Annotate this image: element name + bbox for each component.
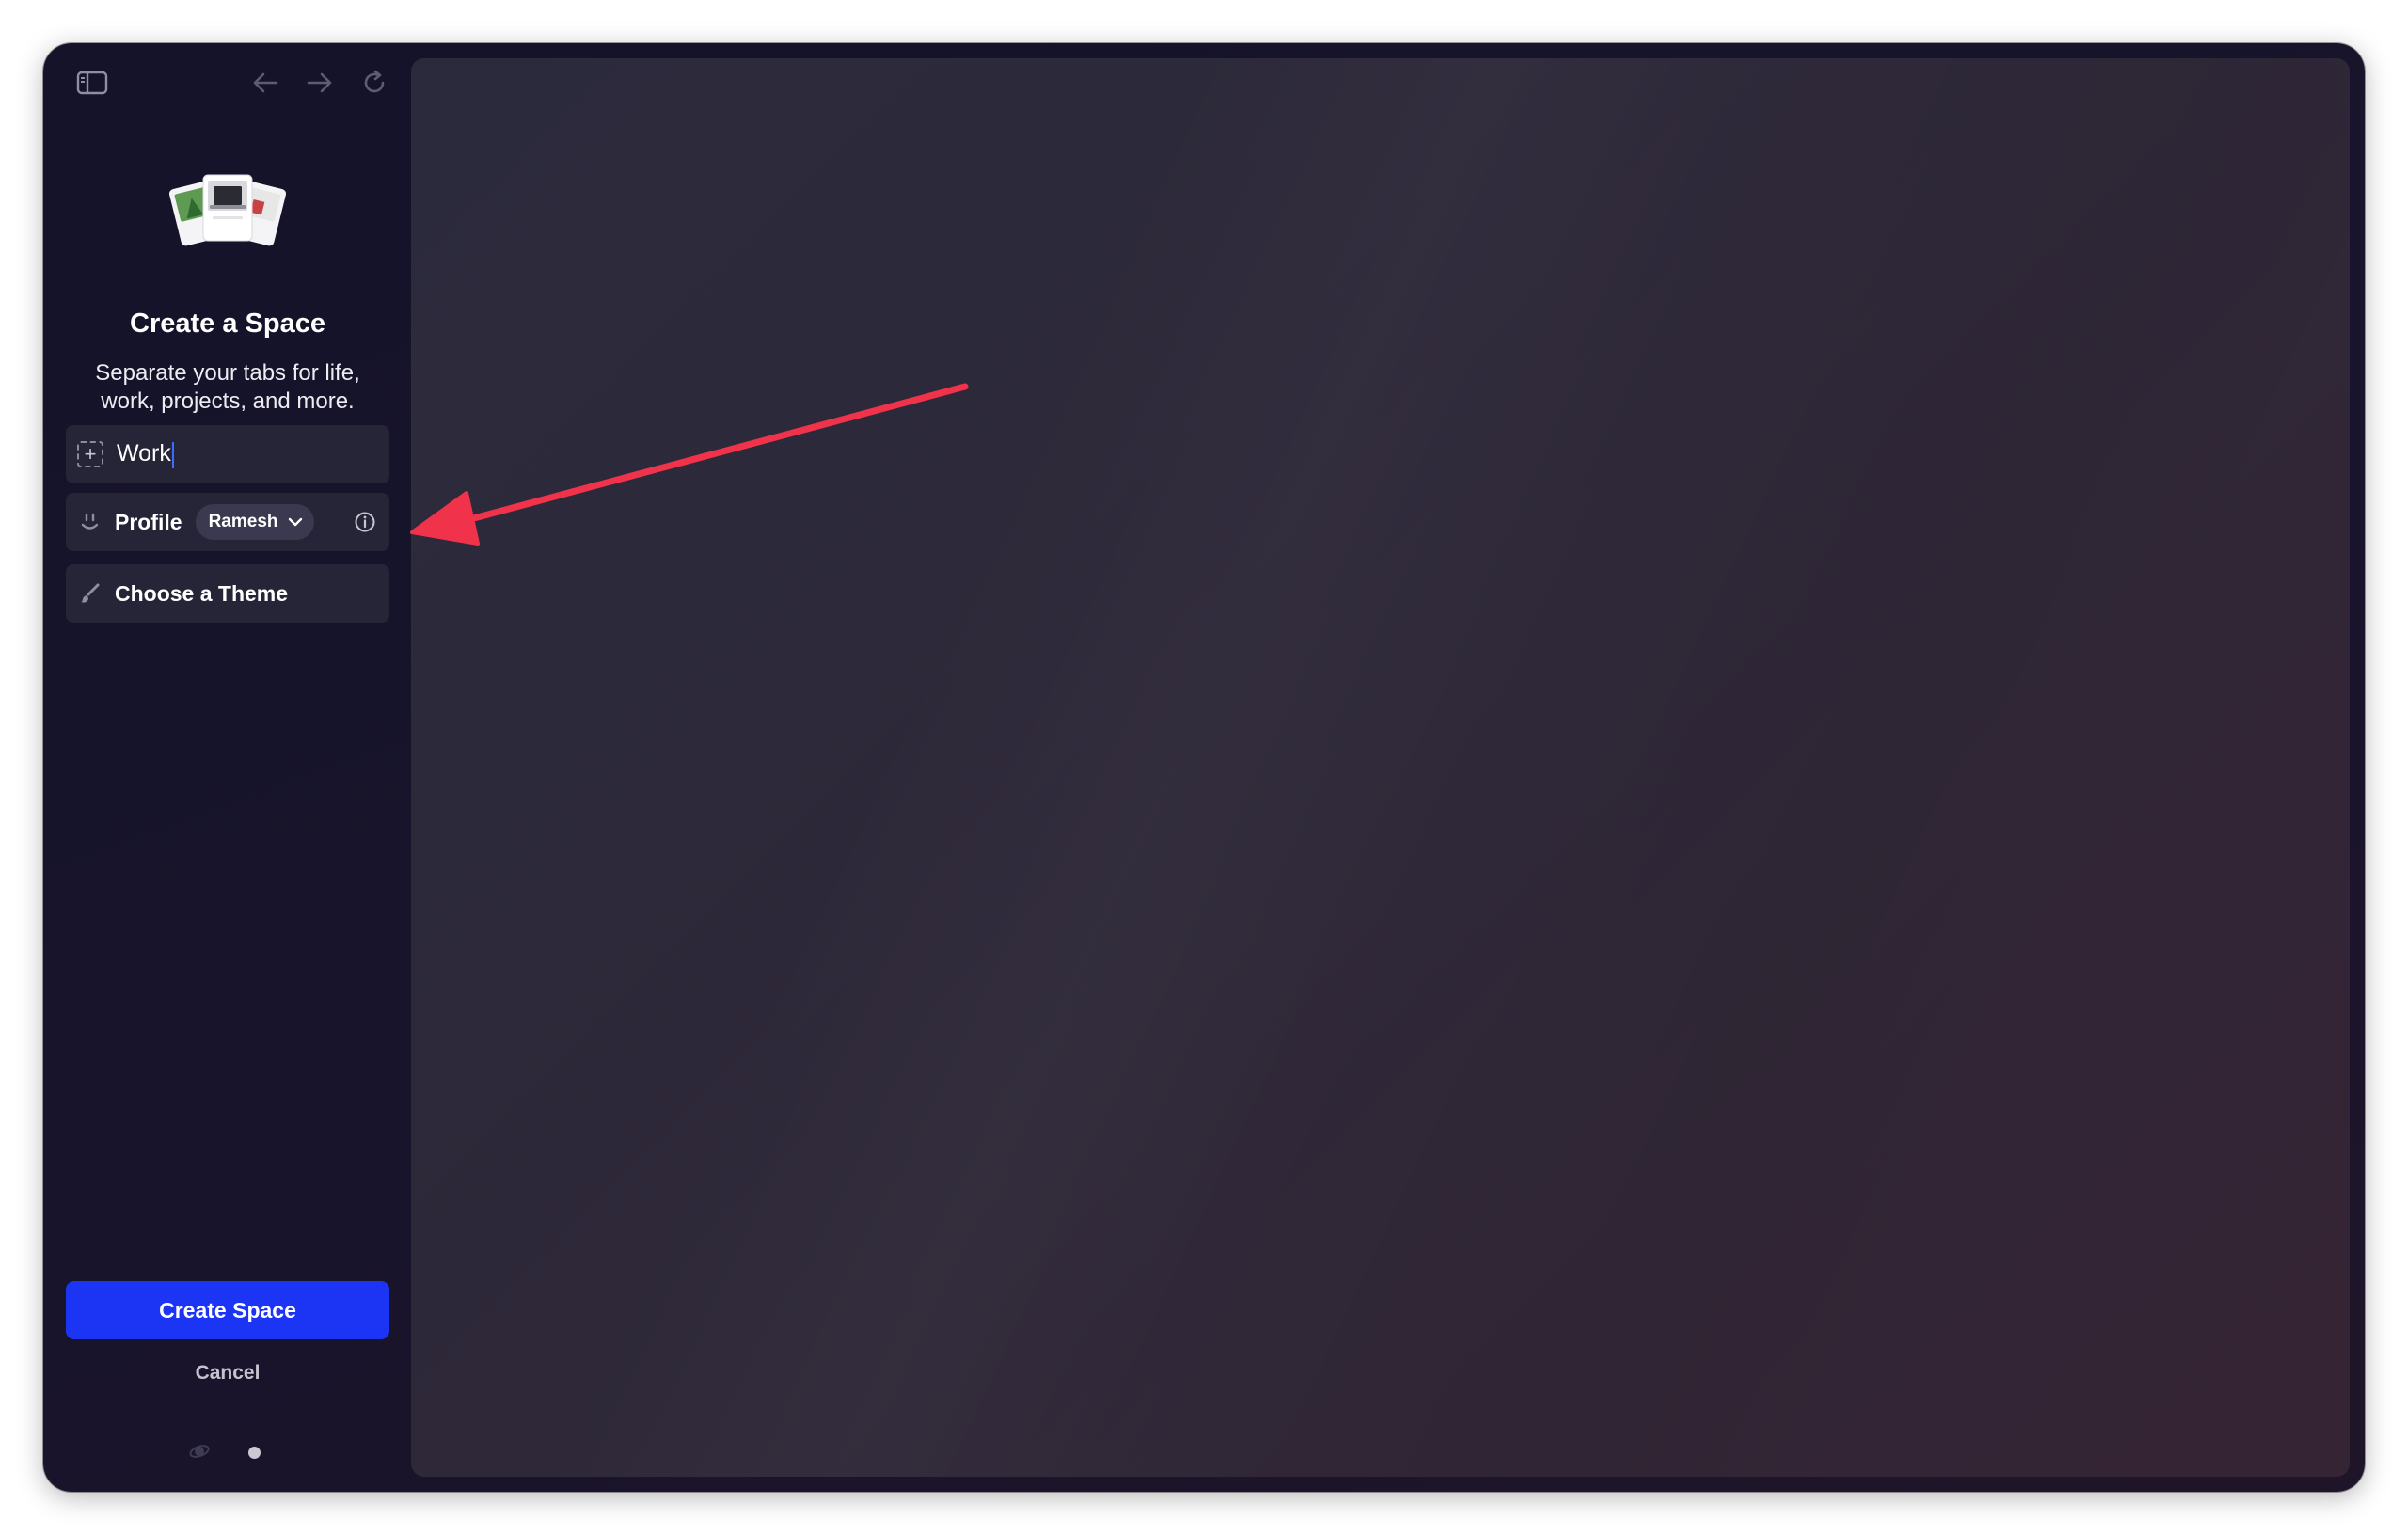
sidebar: Create a Space Separate your tabs for li… (43, 43, 412, 1492)
sidebar-toggle-icon[interactable] (71, 62, 113, 103)
background-sheen (411, 58, 2350, 1477)
choose-theme-button[interactable]: Choose a Theme (66, 564, 389, 623)
page-title: Create a Space (130, 309, 325, 339)
chevron-down-icon (288, 517, 302, 527)
smile-icon (81, 513, 99, 530)
page-subtitle: Separate your tabs for life, work, proje… (71, 359, 384, 416)
space-indicator-dot[interactable] (248, 1447, 261, 1459)
info-icon[interactable] (354, 511, 376, 533)
profile-label: Profile (115, 509, 182, 534)
web-content-area (411, 58, 2350, 1477)
reload-icon[interactable] (354, 62, 395, 103)
plus-dashed-icon[interactable]: + (77, 441, 103, 467)
back-arrow-icon[interactable] (245, 62, 286, 103)
profile-selected-value: Ramesh (208, 512, 278, 531)
subtitle-line: work, projects, and more. (101, 388, 355, 414)
browser-window: Create a Space Separate your tabs for li… (43, 43, 2365, 1492)
profile-dropdown[interactable]: Ramesh (195, 504, 314, 540)
spaces-cards-icon (169, 174, 286, 246)
paintbrush-icon (81, 583, 100, 603)
profile-row: Profile Ramesh (66, 493, 389, 551)
text-caret (171, 441, 174, 468)
create-space-button[interactable]: Create Space (66, 1281, 389, 1339)
space-name-field[interactable]: + Work (66, 425, 389, 483)
forward-arrow-icon[interactable] (299, 62, 341, 103)
cancel-button[interactable]: Cancel (43, 1362, 412, 1385)
choose-theme-label: Choose a Theme (115, 580, 289, 606)
space-switcher-icon[interactable] (188, 1443, 211, 1460)
subtitle-line: Separate your tabs for life, (95, 360, 360, 386)
space-name-value: Work (117, 440, 171, 467)
space-name-input[interactable]: Work (117, 440, 174, 468)
